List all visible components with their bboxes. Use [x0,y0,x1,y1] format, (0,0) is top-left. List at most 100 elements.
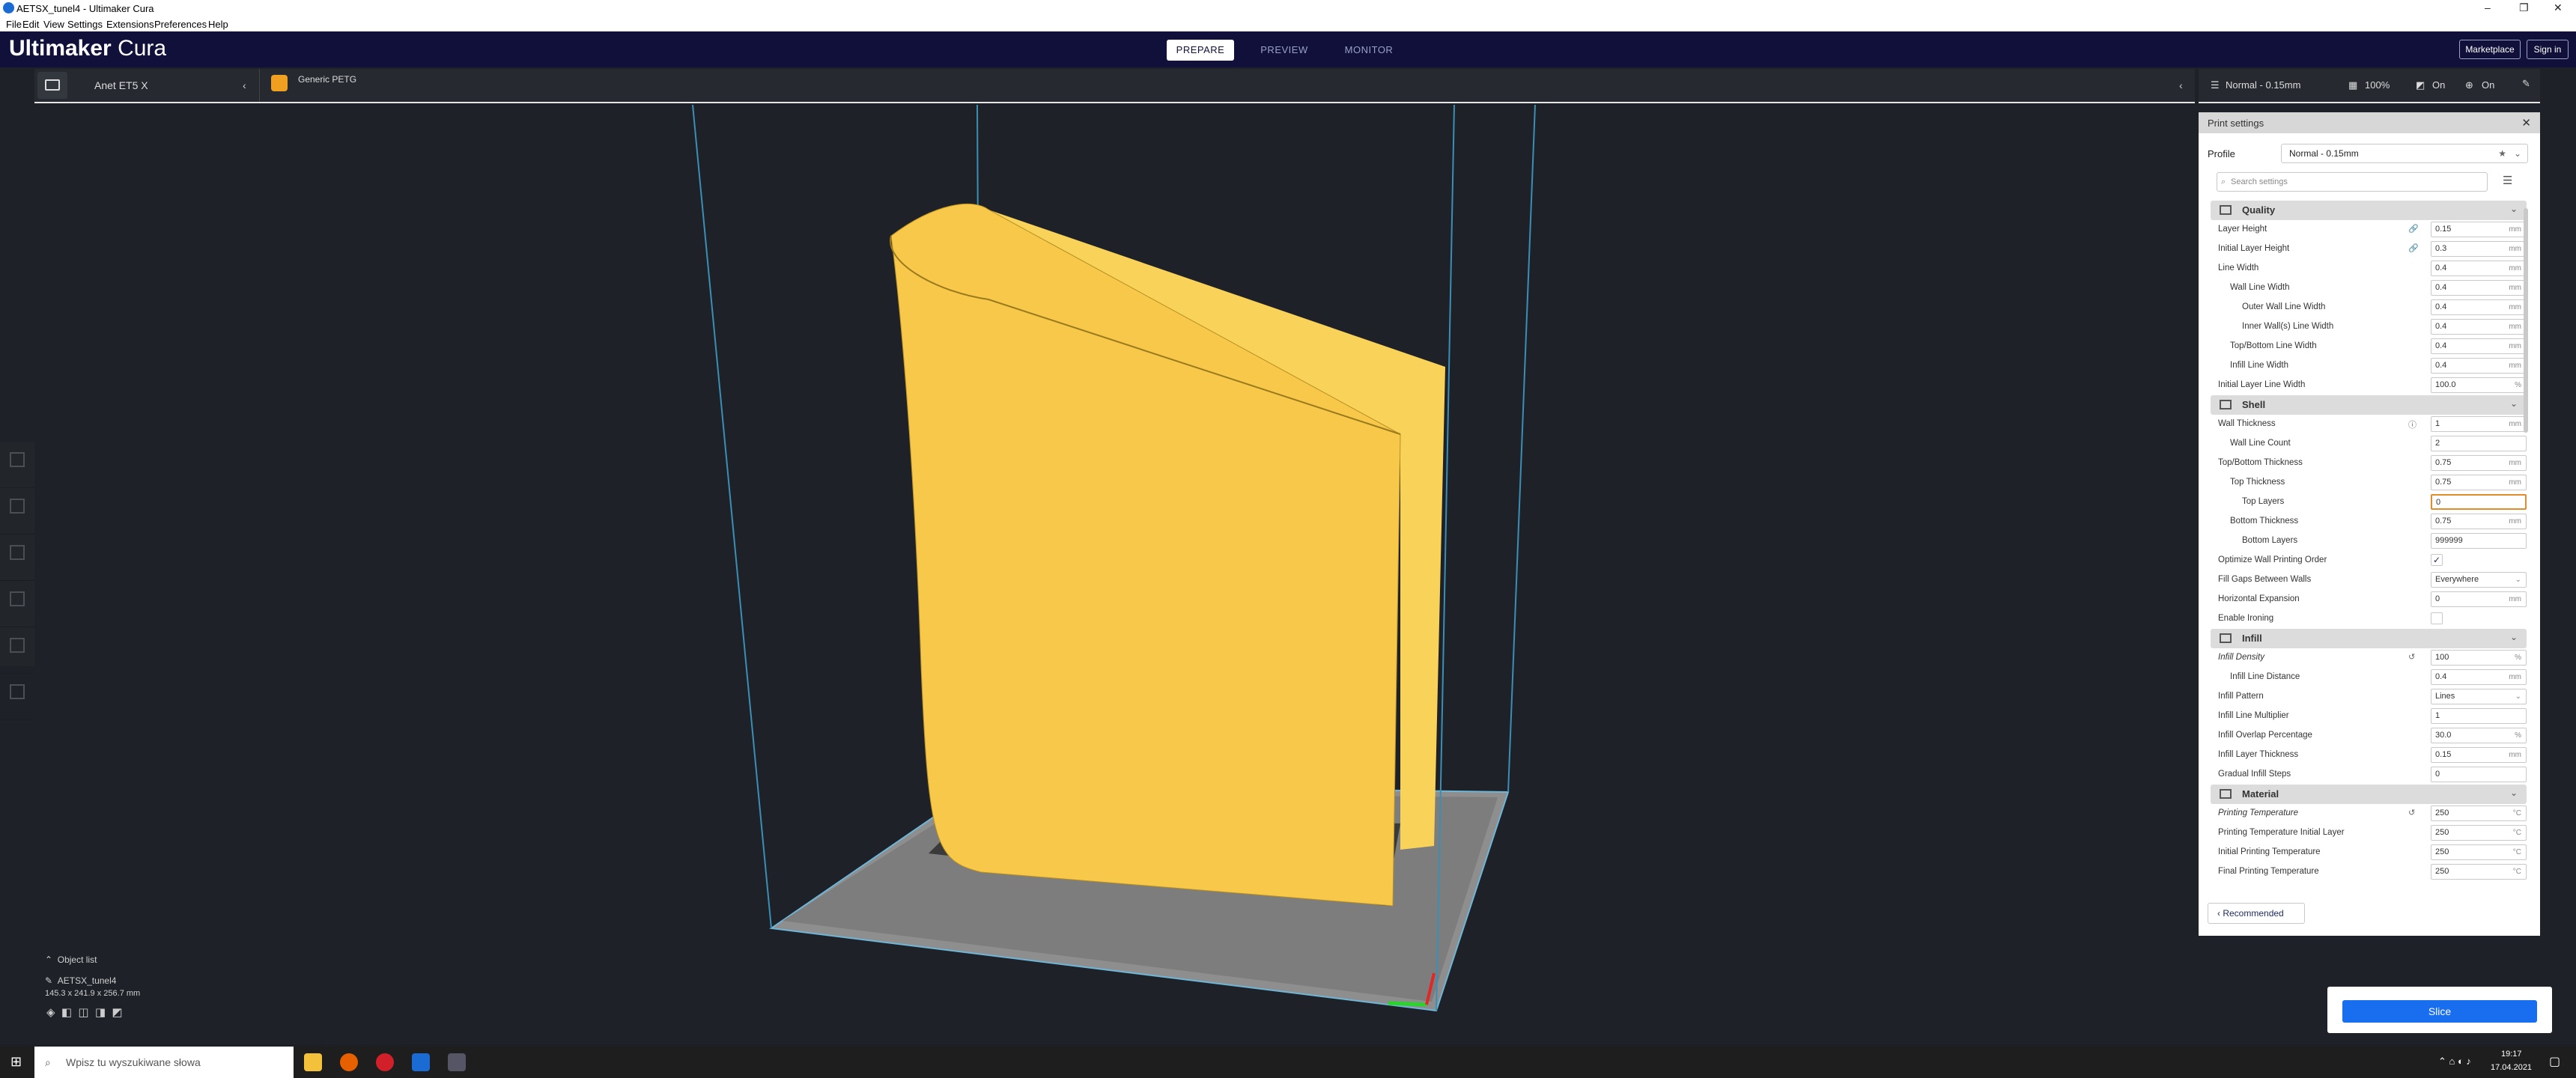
scale-tool[interactable] [0,499,34,535]
recommended-button[interactable]: ‹ Recommended [2208,903,2305,924]
setting-value-input[interactable]: 250 °C [2431,825,2527,841]
menu-settings[interactable]: Settings [67,19,103,30]
menu-extensions[interactable]: Extensions [106,19,154,30]
tab-monitor[interactable]: MONITOR [1333,40,1405,61]
setting-value-input[interactable]: 0.15 mm [2431,222,2527,237]
setting-unit: °C [2512,829,2521,837]
settings-category[interactable]: Shell ⌄ [2211,395,2527,415]
info-icon[interactable]: ⓘ [2408,418,2416,430]
setting-value-input[interactable]: 0 [2431,494,2527,510]
taskbar-search-input[interactable]: ⌕ Wpisz tu wyszukiwane słowa [34,1047,294,1078]
setting-value-input[interactable]: 0.15 mm [2431,747,2527,763]
cura-taskbar-icon[interactable] [412,1053,430,1071]
setting-value-input[interactable]: Lines ⌄ [2431,689,2527,704]
setting-value-input[interactable]: 250 °C [2431,806,2527,821]
setting-value-input[interactable]: 0.75 mm [2431,514,2527,529]
pencil-icon[interactable]: ✎ [2522,78,2530,90]
per-model-settings-tool[interactable] [0,638,34,674]
setting-value-input[interactable]: 1 mm [2431,416,2527,432]
menu-view[interactable]: View [43,19,64,30]
setting-value-input[interactable]: 0 [2431,767,2527,782]
setting-value-input[interactable]: 1 [2431,708,2527,724]
windows-start-icon[interactable]: ⊞ [10,1054,22,1070]
clock-time[interactable]: 19:17 [2501,1050,2522,1059]
settings-scrollbar[interactable] [2524,208,2528,433]
mirror-tool[interactable] [0,591,34,627]
setting-value-input[interactable]: 250 °C [2431,844,2527,860]
close-button[interactable]: ✕ [2554,1,2563,14]
object-name-row[interactable]: ✎ AETSX_tunel4 [45,975,116,986]
reset-icon[interactable]: ↺ [2408,808,2415,817]
setting-unit: % [2515,731,2521,740]
setting-value-input[interactable]: 999999 [2431,533,2527,549]
maximize-button[interactable]: ❐ [2519,1,2529,14]
search-settings-input[interactable]: ⌕ Search settings [2217,172,2488,192]
menu-preferences[interactable]: Preferences [154,19,207,30]
profile-selector[interactable]: Normal - 0.15mm ★ ⌄ [2281,144,2528,163]
open-file-button[interactable] [37,72,67,99]
setting-value-input[interactable]: 0.4 mm [2431,299,2527,315]
object-list-toggle[interactable]: ⌃ Object list [45,954,97,965]
link-icon[interactable]: 🔗 [2408,243,2419,253]
setting-value-input[interactable]: 250 °C [2431,864,2527,880]
reset-icon[interactable]: ↺ [2408,652,2415,662]
settings-category[interactable]: Infill ⌄ [2211,629,2527,648]
printer-selector[interactable]: Anet ET5 X [94,69,148,102]
setting-row: Line Width 0.4 mm [2217,259,2527,278]
setting-value: 0.75 [2435,517,2452,526]
chevron-left-icon[interactable]: ‹ [243,69,246,102]
setting-checkbox[interactable] [2431,612,2443,624]
chevron-left-icon[interactable]: ‹ [2179,69,2183,102]
setting-value-input[interactable]: 0.4 mm [2431,261,2527,276]
tab-preview[interactable]: PREVIEW [1249,40,1319,61]
3d-viewport[interactable] [0,67,2576,1044]
marketplace-button[interactable]: Marketplace [2459,40,2521,59]
setting-value-input[interactable]: 0.3 mm [2431,241,2527,257]
system-tray-icons[interactable]: ⌃ ⌂ ◐ ♪ [2438,1056,2471,1068]
print-setup-summary[interactable]: ☰ Normal - 0.15mm ▦ 100% ◩ On ⊕ On ✎ [2199,69,2540,103]
setting-value-input[interactable]: 0.4 mm [2431,669,2527,685]
star-icon[interactable]: ★ [2498,144,2506,162]
opera-icon[interactable] [376,1053,394,1071]
setting-unit: ⌄ [2515,692,2521,701]
setting-checkbox[interactable]: ✓ [2431,554,2443,566]
setting-value-input[interactable]: 2 [2431,436,2527,451]
setting-value-input[interactable]: 0.75 mm [2431,475,2527,490]
setting-value-input[interactable]: 0.4 mm [2431,338,2527,354]
firefox-icon[interactable] [340,1053,358,1071]
setting-value-input[interactable]: 0.4 mm [2431,358,2527,374]
setting-label: Enable Ironing [2218,614,2274,623]
setting-value-input[interactable]: 0.75 mm [2431,455,2527,471]
category-icon [2220,789,2232,799]
rotate-tool[interactable] [0,545,34,581]
tab-prepare[interactable]: PREPARE [1167,40,1234,61]
search-placeholder: Search settings [2231,177,2288,186]
setting-value-input[interactable]: 0.4 mm [2431,319,2527,335]
slice-button[interactable]: Slice [2342,1000,2537,1023]
setting-value-input[interactable]: 0.4 mm [2431,280,2527,296]
setting-value-input[interactable]: Everywhere ⌄ [2431,572,2527,588]
minimize-button[interactable]: – [2485,1,2491,13]
setting-value-input[interactable]: 100% [2431,650,2527,666]
support-blocker-tool[interactable] [0,684,34,720]
setting-value-input[interactable]: 100.0% [2431,377,2527,393]
close-icon[interactable]: ✕ [2521,116,2531,130]
menu-help[interactable]: Help [208,19,228,30]
settings-menu-icon[interactable]: ☰ [2503,174,2512,187]
menu-edit[interactable]: Edit [22,19,39,30]
notification-icon[interactable]: ▢ [2549,1054,2560,1069]
setting-value-input[interactable]: 0 mm [2431,591,2527,607]
settings-category[interactable]: Quality ⌄ [2211,201,2527,220]
link-icon[interactable]: 🔗 [2408,224,2419,234]
material-selector[interactable]: Generic PETG [298,63,356,96]
setting-unit: mm [2509,420,2521,428]
signin-button[interactable]: Sign in [2527,40,2569,59]
clock-date[interactable]: 17.04.2021 [2491,1063,2532,1072]
setting-value-input[interactable]: 30.0% [2431,728,2527,743]
view-orientation-buttons[interactable]: ◈ ◧ ◫ ◨ ◩ [46,1005,123,1019]
settings-category[interactable]: Material ⌄ [2211,785,2527,804]
file-explorer-icon[interactable] [304,1053,322,1071]
menu-file[interactable]: File [6,19,22,30]
move-tool[interactable] [0,452,34,488]
app-taskbar-icon[interactable] [448,1053,466,1071]
